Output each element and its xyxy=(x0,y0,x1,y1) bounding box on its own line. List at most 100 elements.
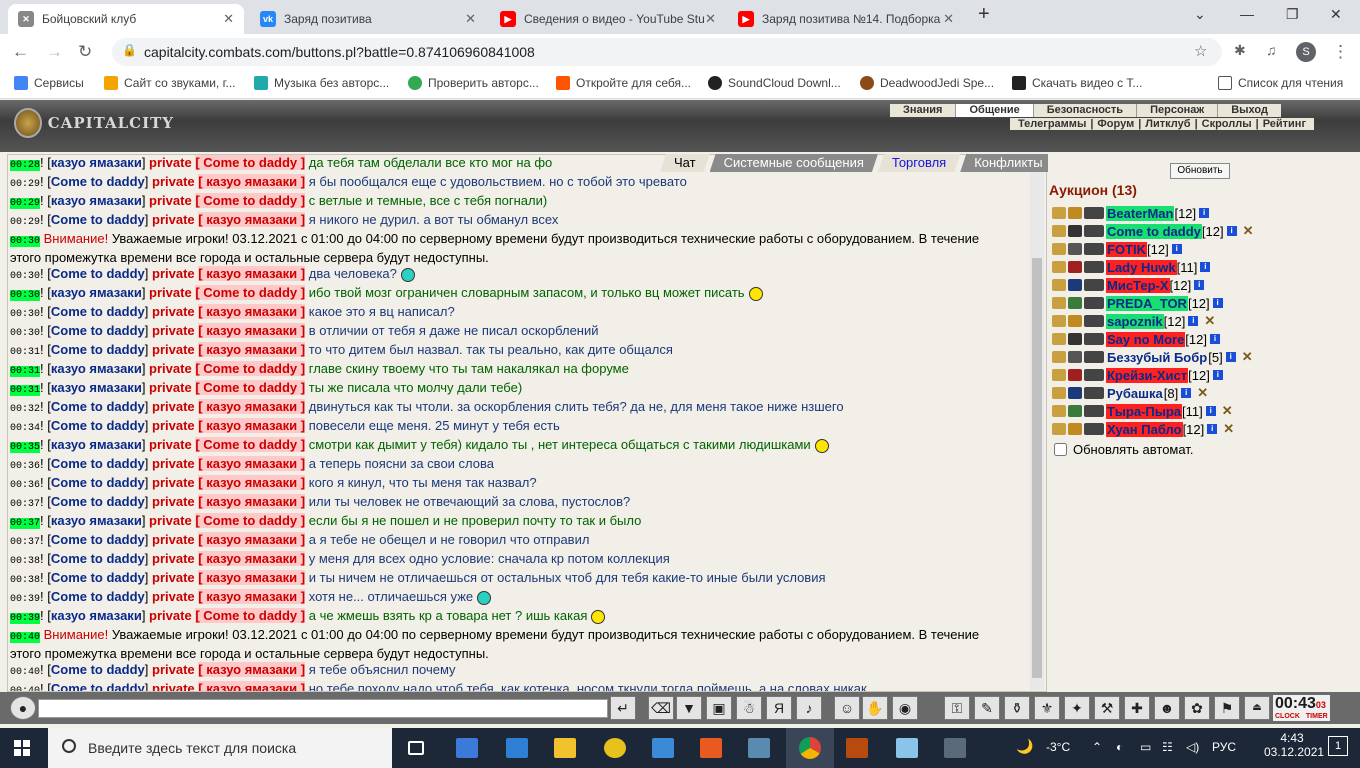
recipient-name[interactable]: [ казуо ямазаки ] xyxy=(198,570,306,585)
message-time[interactable]: 00:30 xyxy=(10,236,41,247)
menu-communication[interactable]: Общение xyxy=(956,104,1034,117)
message-time[interactable]: 00:39 xyxy=(10,594,40,605)
volume-icon[interactable]: ♪ xyxy=(796,696,822,720)
recipient-name[interactable]: [ казуо ямазаки ] xyxy=(198,174,306,189)
app3-icon[interactable] xyxy=(748,738,770,758)
clan-icon[interactable] xyxy=(1068,405,1082,417)
bookmark-soundcloud[interactable]: Откройте для себя... xyxy=(556,76,691,90)
message-time[interactable]: 00:31 xyxy=(10,385,41,396)
sender-name[interactable]: казуо ямазаки xyxy=(51,608,142,623)
clock-icon[interactable]: ◉ xyxy=(892,696,918,720)
clan-icon[interactable] xyxy=(1068,387,1082,399)
close-window-icon[interactable]: ✕ xyxy=(1330,6,1342,23)
invite-icon[interactable] xyxy=(1052,297,1066,309)
tab-trade[interactable]: Торговля xyxy=(878,154,960,172)
send-icon[interactable]: ↵ xyxy=(610,696,636,720)
info-icon[interactable]: i xyxy=(1194,280,1205,290)
info-icon[interactable]: i xyxy=(1225,352,1236,362)
info-icon[interactable]: i xyxy=(1209,334,1220,344)
message-time[interactable]: 00:36 xyxy=(10,461,40,472)
recipient-name[interactable]: [ Come to daddy ] xyxy=(195,285,306,300)
sender-name[interactable]: Come to daddy xyxy=(51,456,145,471)
save-icon[interactable]: ▣ xyxy=(706,696,732,720)
gesture-icon[interactable]: ✋ xyxy=(862,696,888,720)
tray-app-icon[interactable]: ◐ xyxy=(1116,740,1123,754)
battery-icon[interactable]: ▭ xyxy=(1140,740,1151,754)
message-time[interactable]: 00:30 xyxy=(10,328,40,339)
info-icon[interactable]: i xyxy=(1200,262,1211,272)
recipient-name[interactable]: [ Come to daddy ] xyxy=(195,380,306,395)
browser-tab-combats[interactable]: ✕ Бойцовский клуб ✕ xyxy=(8,4,244,34)
submenu-telegrams[interactable]: Телеграммы xyxy=(1014,118,1090,130)
sender-name[interactable]: Come to daddy xyxy=(51,551,145,566)
media-icon[interactable]: ♫ xyxy=(1266,42,1277,58)
store-icon[interactable] xyxy=(456,738,478,758)
bookmark-soundcloud-dl[interactable]: SoundCloud Downl... xyxy=(708,76,841,90)
message-time[interactable]: 00:36 xyxy=(10,480,40,491)
message-time[interactable]: 00:38 xyxy=(10,556,40,567)
explorer-icon[interactable] xyxy=(554,738,576,758)
message-time[interactable]: 00:32 xyxy=(10,404,40,415)
bookmark-star-icon[interactable]: ☆ xyxy=(1194,42,1207,60)
submenu-rating[interactable]: Рейтинг xyxy=(1259,118,1310,130)
invite-icon[interactable] xyxy=(1052,243,1066,255)
bookmark-music[interactable]: Музыка без авторс... xyxy=(254,76,389,90)
message-time[interactable]: 00:31 xyxy=(10,347,40,358)
sender-name[interactable]: Come to daddy xyxy=(51,174,145,189)
minimize-icon[interactable]: — xyxy=(1240,6,1254,22)
clan-icon[interactable] xyxy=(1068,351,1082,363)
reading-list[interactable]: Список для чтения xyxy=(1218,76,1343,90)
taskbar-clock[interactable]: 4:43 03.12.2021 xyxy=(1264,731,1324,759)
invite-icon[interactable] xyxy=(1052,423,1066,435)
windows-start-icon[interactable] xyxy=(14,740,30,756)
filter-icon[interactable]: ▼ xyxy=(676,696,702,720)
close-tab-icon[interactable]: ✕ xyxy=(943,11,954,27)
message-time[interactable]: 00:29 xyxy=(10,179,40,190)
app-icon[interactable] xyxy=(604,738,626,758)
invite-icon[interactable] xyxy=(1052,207,1066,219)
player-name[interactable]: FOTIK xyxy=(1106,241,1147,257)
sender-name[interactable]: казуо ямазаки xyxy=(51,513,142,528)
auto-update-checkbox[interactable] xyxy=(1054,443,1067,456)
clan-icon[interactable] xyxy=(1068,225,1082,237)
recipient-name[interactable]: [ казуо ямазаки ] xyxy=(198,551,306,566)
message-time[interactable]: 00:37 xyxy=(10,518,41,529)
bookmark-services[interactable]: Сервисы xyxy=(14,76,84,90)
clan-icon[interactable] xyxy=(1068,297,1082,309)
sender-name[interactable]: казуо ямазаки xyxy=(51,437,142,452)
sender-name[interactable]: казуо ямазаки xyxy=(51,285,142,300)
crossed-swords-icon[interactable]: ✕ xyxy=(1242,349,1253,365)
bookmark-tiktok[interactable]: Скачать видео с Т... xyxy=(1012,76,1142,90)
submenu-litclub[interactable]: Литклуб xyxy=(1141,118,1194,130)
running-man-icon[interactable]: ☃ xyxy=(736,696,762,720)
volume-icon[interactable]: ◁) xyxy=(1186,740,1199,754)
player-name[interactable]: Say no More xyxy=(1106,331,1186,347)
sender-name[interactable]: казуо ямазаки xyxy=(51,380,142,395)
chat-scrollbar[interactable] xyxy=(1030,172,1044,690)
clan-icon[interactable] xyxy=(1068,261,1082,273)
lock-icon[interactable]: ⚿ xyxy=(944,696,970,720)
smiley-icon[interactable]: ☺ xyxy=(834,696,860,720)
info-icon[interactable]: i xyxy=(1205,406,1216,416)
sender-name[interactable]: Come to daddy xyxy=(51,399,145,414)
recipient-name[interactable]: [ казуо ямазаки ] xyxy=(198,418,306,433)
close-tab-icon[interactable]: ✕ xyxy=(705,11,716,27)
network-app-icon[interactable] xyxy=(652,738,674,758)
recipient-name[interactable]: [ казуо ямазаки ] xyxy=(198,304,306,319)
message-time[interactable]: 00:31 xyxy=(10,366,41,377)
sender-name[interactable]: Come to daddy xyxy=(51,323,145,338)
recipient-name[interactable]: [ казуо ямазаки ] xyxy=(198,342,306,357)
auto-update-option[interactable]: Обновлять автомат. xyxy=(1054,442,1193,457)
clan-icon[interactable] xyxy=(1068,243,1082,255)
friends-icon[interactable]: ☻ xyxy=(1154,696,1180,720)
recipient-name[interactable]: [ Come to daddy ] xyxy=(195,193,306,208)
chest-icon[interactable]: ⚜ xyxy=(1034,696,1060,720)
maximize-icon[interactable]: ❐ xyxy=(1286,6,1299,23)
chat-input[interactable] xyxy=(38,699,608,718)
exit-icon[interactable]: ⏏ xyxy=(1244,696,1270,720)
message-time[interactable]: 00:29 xyxy=(10,198,41,209)
calculator-icon[interactable] xyxy=(944,738,966,758)
task-view-icon[interactable] xyxy=(408,741,424,755)
paw-icon[interactable]: ✿ xyxy=(1184,696,1210,720)
close-tab-icon[interactable]: ✕ xyxy=(223,11,234,27)
